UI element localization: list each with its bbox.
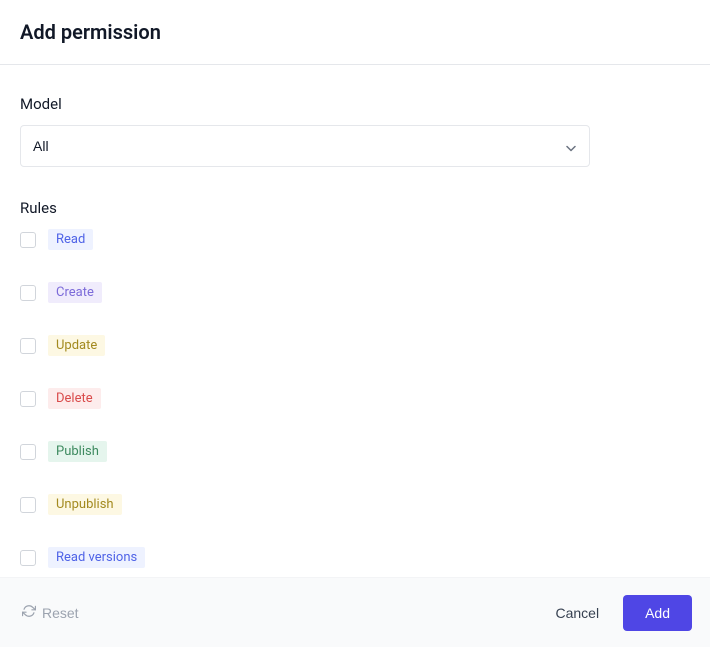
footer-actions: Cancel Add [549,595,692,631]
rule-row-create: Create [20,282,690,303]
rule-tag-unpublish: Unpublish [48,494,122,515]
rule-row-publish: Publish [20,441,690,462]
rules-label: Rules [20,199,690,217]
dialog-footer: Reset Cancel Add [0,577,710,647]
rule-tag-read_versions: Read versions [48,547,145,568]
model-select-wrap: All [20,125,590,167]
rule-row-read_versions: Read versions [20,547,690,568]
refresh-icon [22,604,36,621]
rule-row-update: Update [20,335,690,356]
dialog-title: Add permission [20,20,690,44]
rule-tag-delete: Delete [48,388,101,409]
rules-list: Read Create Update Delete Publish Unpublish Re… [20,229,690,568]
checkbox-publish[interactable] [20,444,36,460]
rule-row-read: Read [20,229,690,250]
model-label: Model [20,95,690,113]
reset-label: Reset [42,605,79,621]
dialog-header: Add permission [0,0,710,65]
rule-tag-publish: Publish [48,441,107,462]
rule-tag-update: Update [48,335,105,356]
rule-tag-create: Create [48,282,102,303]
rule-row-delete: Delete [20,388,690,409]
checkbox-read[interactable] [20,232,36,248]
checkbox-unpublish[interactable] [20,497,36,513]
dialog-body: Model All Rules Read Create Update Delete Pu… [0,65,710,588]
checkbox-create[interactable] [20,285,36,301]
checkbox-read_versions[interactable] [20,550,36,566]
reset-button[interactable]: Reset [18,598,83,627]
rule-tag-read: Read [48,229,93,250]
model-select[interactable]: All [20,125,590,167]
rule-row-unpublish: Unpublish [20,494,690,515]
checkbox-delete[interactable] [20,391,36,407]
cancel-button[interactable]: Cancel [549,595,605,631]
add-button[interactable]: Add [623,595,692,631]
checkbox-update[interactable] [20,338,36,354]
